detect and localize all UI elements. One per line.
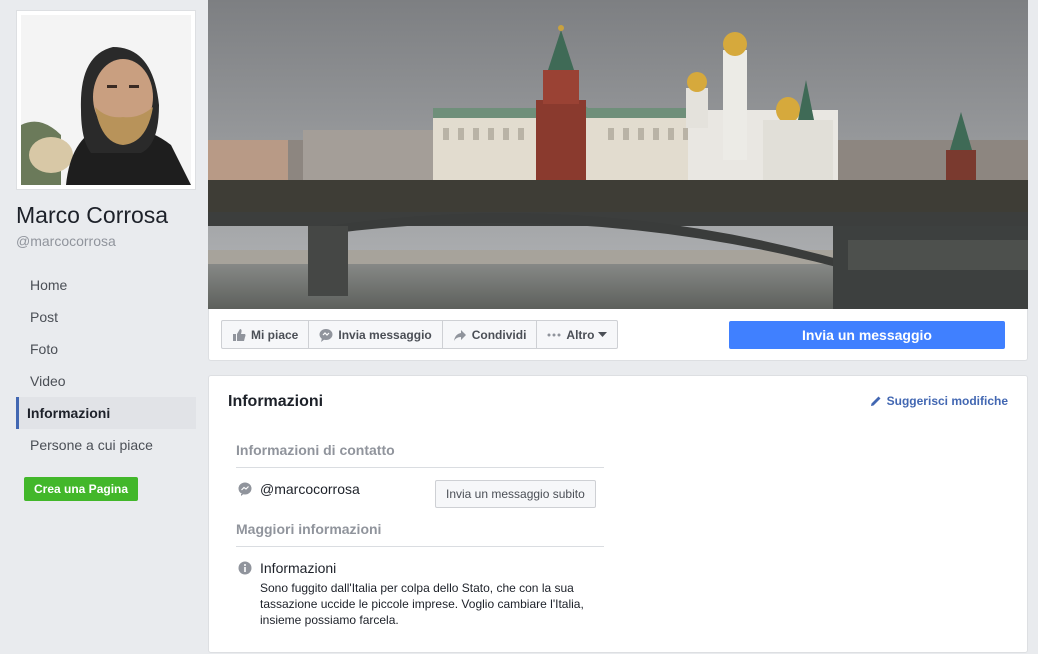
- send-a-message-button[interactable]: Invia un messaggio: [729, 321, 1005, 349]
- more-info-heading: Maggiori informazioni: [236, 521, 604, 547]
- caret-down-icon: [598, 331, 608, 337]
- contact-info-heading: Informazioni di contatto: [236, 442, 604, 468]
- message-now-button[interactable]: Invia un messaggio subito: [435, 480, 596, 508]
- messenger-handle[interactable]: @marcocorrosa: [260, 481, 360, 497]
- like-button[interactable]: Mi piace: [222, 321, 310, 348]
- about-description: Sono fuggito dall'Italia per colpa dello…: [260, 581, 584, 627]
- action-button-group: Mi piace Invia messaggio Condividi Altro: [221, 320, 619, 349]
- page-action-bar: Mi piace Invia messaggio Condividi Altro…: [208, 309, 1028, 361]
- thumbs-up-icon: [233, 328, 246, 341]
- ellipsis-icon: [547, 333, 561, 336]
- more-button[interactable]: Altro: [537, 321, 617, 348]
- about-label: Informazioni: [260, 560, 337, 576]
- send-message-label: Invia messaggio: [338, 327, 432, 342]
- nav-item-post[interactable]: Post: [16, 301, 196, 333]
- profile-picture: [21, 15, 191, 185]
- page-navigation: Home Post Foto Video Informazioni Person…: [16, 269, 196, 461]
- create-page-button[interactable]: Crea una Pagina: [24, 477, 139, 501]
- info-circle-icon: [238, 561, 252, 575]
- cover-photo[interactable]: [208, 0, 1028, 309]
- suggest-edits-link[interactable]: Suggerisci modifiche: [870, 394, 1008, 408]
- about-card-title: Informazioni: [228, 393, 324, 410]
- page-username: @marcocorrosa: [16, 233, 116, 249]
- pencil-icon: [870, 396, 881, 406]
- nav-item-informazioni[interactable]: Informazioni: [16, 397, 196, 429]
- messenger-icon: [238, 482, 252, 496]
- about-card: Informazioni Suggerisci modifiche Inform…: [208, 375, 1028, 653]
- page-name[interactable]: Marco Corrosa: [16, 202, 168, 229]
- nav-item-video[interactable]: Video: [16, 365, 196, 397]
- send-message-button[interactable]: Invia messaggio: [309, 321, 443, 348]
- nav-item-home[interactable]: Home: [16, 269, 196, 301]
- more-button-label: Altro: [566, 327, 595, 342]
- share-button-label: Condividi: [471, 327, 527, 342]
- profile-picture-frame[interactable]: [16, 10, 196, 190]
- share-button[interactable]: Condividi: [443, 321, 538, 348]
- suggest-edits-label: Suggerisci modifiche: [886, 394, 1008, 408]
- share-arrow-icon: [453, 329, 466, 341]
- speech-bubble-icon: [319, 328, 333, 342]
- nav-item-persone-a-cui-piace[interactable]: Persone a cui piace: [16, 429, 196, 461]
- nav-item-foto[interactable]: Foto: [16, 333, 196, 365]
- like-button-label: Mi piace: [251, 327, 299, 342]
